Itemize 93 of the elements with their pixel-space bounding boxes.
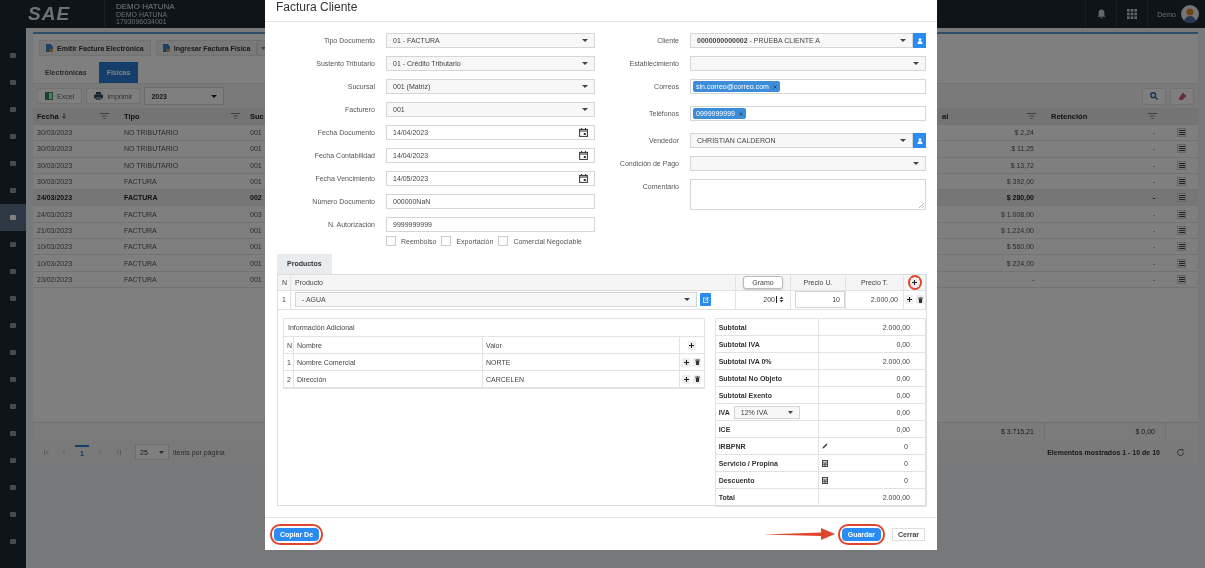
delete-button[interactable] [693,374,702,384]
refresh-icon [1175,447,1185,457]
person-icon [916,37,923,44]
caret-icon [582,39,588,42]
filter-icon[interactable] [231,113,240,119]
delete-button[interactable] [916,295,924,304]
caret-icon [684,298,690,301]
select-field[interactable] [690,56,926,71]
caret-icon [211,94,218,98]
menu-icon [1178,162,1185,168]
menu-icon [1178,130,1185,136]
plus-icon [912,280,917,285]
caret-icon [582,62,588,65]
add-button[interactable] [682,357,691,367]
refresh-button[interactable] [1174,446,1186,458]
eraser-icon [1177,92,1187,100]
calendar-icon[interactable] [579,128,588,137]
menu-icon [1178,244,1185,250]
comment-field[interactable] [690,179,926,210]
row-menu-button[interactable] [1177,274,1186,284]
menu-icon [1178,146,1185,152]
caret-icon [159,450,164,454]
caret-icon [582,85,588,88]
menu-icon [1178,276,1185,282]
row-menu-button[interactable] [1177,177,1186,187]
avatar-icon[interactable] [1181,5,1199,23]
menu-icon [1178,179,1185,185]
logo: SAE [28,3,71,25]
person-icon [916,137,923,144]
sidebar-item[interactable] [0,204,26,231]
document-icon [162,44,170,52]
row-menu-button[interactable] [1177,225,1186,235]
pencil-icon[interactable] [821,443,828,449]
first-page-icon [43,449,49,455]
caret-icon [913,62,919,65]
plus-icon [689,342,695,348]
checkbox[interactable] [498,236,509,246]
add-person-button[interactable] [913,33,926,48]
add-button[interactable] [687,340,696,350]
plus-icon [683,376,689,382]
resize-grip-icon[interactable] [918,202,924,208]
row-menu-button[interactable] [1177,258,1186,268]
trash-icon [917,296,923,303]
row-menu-button[interactable] [1177,160,1186,170]
search-icon [1150,92,1158,100]
company-name: DEMO HATUNA [116,2,175,12]
checkbox[interactable] [441,236,452,246]
spreadsheet-icon [45,92,53,100]
row-menu-button[interactable] [1177,144,1186,154]
row-menu-button[interactable] [1177,209,1186,219]
menu-icon [1178,227,1185,233]
delete-button[interactable] [693,357,702,367]
edit-icon [702,296,709,303]
add-button[interactable] [905,295,913,304]
menu-icon [1178,195,1185,201]
plus-icon [683,359,689,365]
grid-icon [1127,9,1138,19]
last-page-icon [115,449,121,455]
row-menu-button[interactable] [1177,128,1186,138]
remove-icon[interactable] [772,84,777,89]
row-menu-button[interactable] [1177,193,1186,203]
caret-icon [900,39,906,42]
caret-icon [900,139,906,142]
spinner-icon[interactable] [779,296,784,303]
filter-icon[interactable] [1148,113,1157,119]
caret-icon [913,162,919,165]
calculator-icon[interactable] [821,476,828,484]
checkbox[interactable] [386,236,396,246]
row-menu-button[interactable] [1177,242,1186,252]
edit-button[interactable] [700,293,711,306]
filter-icon[interactable] [1027,113,1036,119]
trash-icon [694,359,700,365]
sort-arrow-icon [61,113,66,119]
bell-icon [1096,9,1106,19]
search-button[interactable] [1142,87,1166,105]
add-person-button[interactable] [913,133,926,148]
select-field[interactable] [690,156,926,171]
dialog-title: Factura Cliente [265,0,937,22]
clear-filters-button[interactable] [1170,87,1194,105]
filter-icon[interactable] [100,113,109,119]
add-button[interactable] [682,374,691,384]
caret-icon [260,46,266,50]
trash-icon [694,376,700,382]
calendar-icon[interactable] [579,174,588,183]
menu-icon [1178,260,1185,266]
document-icon [46,44,53,52]
plus-icon [906,297,912,302]
calculator-icon[interactable] [821,459,828,467]
calendar-icon[interactable] [579,151,588,160]
caret-icon [787,410,793,414]
remove-icon[interactable] [738,111,743,116]
printer-icon [94,92,104,100]
menu-icon [1178,211,1185,217]
